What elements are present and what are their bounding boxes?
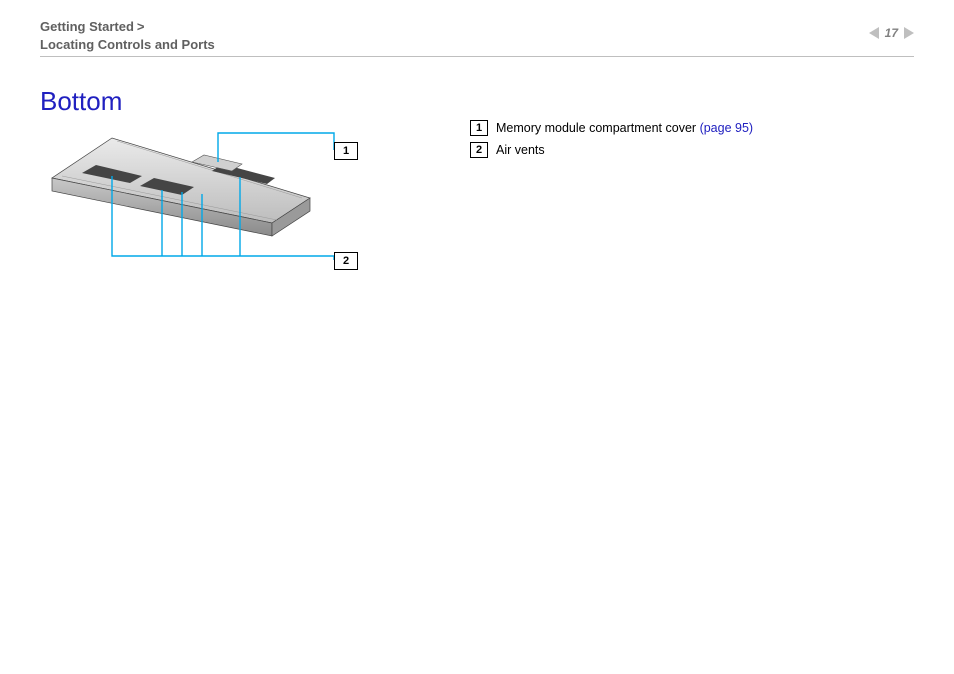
laptop-bottom-figure: 1 2 xyxy=(42,118,362,278)
prev-page-icon[interactable] xyxy=(869,27,879,39)
laptop-illustration xyxy=(42,118,362,278)
legend-item: 2 Air vents xyxy=(470,142,753,158)
legend-number: 2 xyxy=(470,142,488,158)
breadcrumb-separator: > xyxy=(134,19,145,34)
header: Getting Started> Locating Controls and P… xyxy=(40,18,914,54)
header-divider xyxy=(40,56,914,57)
page-number: 17 xyxy=(885,26,898,40)
page-title: Bottom xyxy=(40,86,122,117)
figure-callout-2: 2 xyxy=(334,252,358,270)
figure-callout-1: 1 xyxy=(334,142,358,160)
legend-text: Air vents xyxy=(496,143,545,157)
legend-label: Memory module compartment cover xyxy=(496,121,696,135)
breadcrumb: Getting Started> Locating Controls and P… xyxy=(40,18,914,53)
legend-number: 1 xyxy=(470,120,488,136)
legend-item: 1 Memory module compartment cover (page … xyxy=(470,120,753,136)
next-page-icon[interactable] xyxy=(904,27,914,39)
page-link[interactable]: (page 95) xyxy=(700,121,754,135)
breadcrumb-section: Getting Started xyxy=(40,19,134,34)
legend: 1 Memory module compartment cover (page … xyxy=(470,120,753,164)
legend-text: Memory module compartment cover (page 95… xyxy=(496,121,753,135)
breadcrumb-subsection: Locating Controls and Ports xyxy=(40,37,215,52)
page-nav: 17 xyxy=(869,26,914,40)
